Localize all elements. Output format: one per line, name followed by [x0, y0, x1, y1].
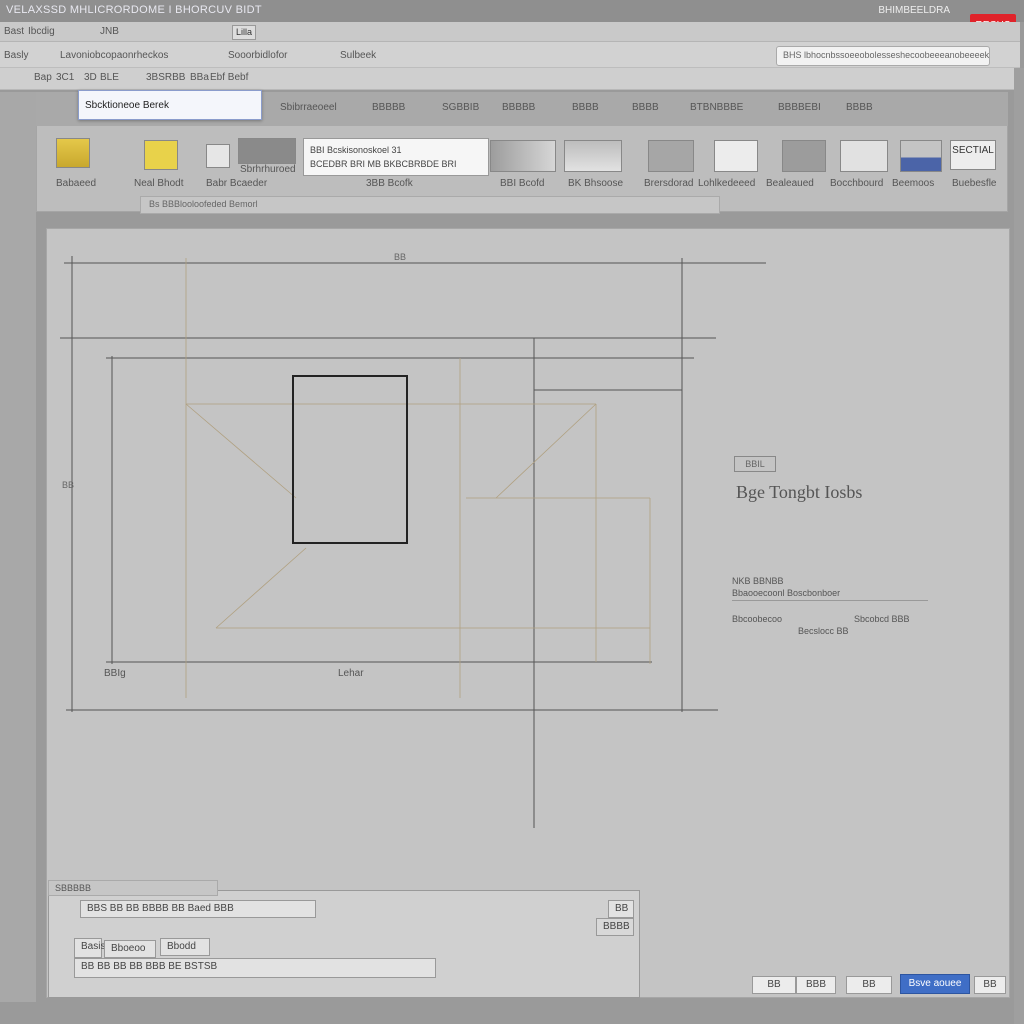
bottom-row-3[interactable]: BB BB BB BB BBB BE BSTSB — [74, 958, 436, 978]
menu-item-1[interactable]: Lavoniobcopaonrheckos — [60, 50, 168, 61]
ribbon-tab-8[interactable]: BBBB — [846, 102, 873, 113]
bottom-row-1[interactable]: BBS BB BB BBBB BB Baed BBB — [80, 900, 316, 918]
envelope-flap-right — [495, 403, 597, 499]
bottom-label: Lehar — [338, 668, 364, 679]
window-title: VELAXSSD MHLICRORDOME I BHORCUV BIDT — [6, 4, 262, 16]
ribbon-tab-5[interactable]: BBBB — [632, 102, 659, 113]
selected-rectangle — [292, 375, 408, 544]
top-dimension-label: BB — [394, 252, 407, 262]
ribbon-tab-0[interactable]: Sbibrraeoeel — [280, 102, 337, 113]
vertical-scrollbar[interactable] — [1014, 68, 1024, 1024]
toolbar1-button[interactable]: Lilla — [232, 25, 257, 40]
font-line-2: BCEDBR BRI MB BKBCBRBDE BRI — [310, 159, 457, 169]
toolbar1-item-2[interactable]: JNB — [100, 26, 119, 37]
ribbon-label-10: Bocchbourd — [830, 178, 884, 189]
side-row-2: Becslocc BB — [798, 626, 849, 636]
left-dimension-label: BB — [62, 480, 75, 490]
ruler-icon[interactable] — [238, 138, 296, 164]
side-tag[interactable]: BBIL — [734, 456, 776, 472]
window-title-right: BHIMBEELDRA — [878, 5, 950, 16]
ribbon-label-0: Babaeed — [56, 178, 97, 189]
style-gallery-6[interactable] — [840, 140, 888, 172]
new-sheet-icon[interactable] — [144, 140, 178, 170]
ribbon-tab-3[interactable]: BBBBB — [502, 102, 535, 113]
format-item-2[interactable]: 3D — [84, 72, 97, 83]
envelope-flap-left — [185, 403, 297, 499]
grid-icon[interactable] — [206, 144, 230, 168]
format-item-3[interactable]: BLE — [100, 72, 119, 83]
ribbon-tab-2[interactable]: SGBBIB — [442, 102, 479, 113]
ribbon-tab-1[interactable]: BBBBB — [372, 102, 405, 113]
style-gallery-1[interactable] — [490, 140, 556, 172]
ribbon-label-3: Sbrhrhuroed — [240, 164, 296, 175]
menu-item-3[interactable]: Sulbeek — [340, 50, 376, 61]
dialog-button-4[interactable]: BB — [974, 976, 1006, 994]
envelope-fold-left — [215, 547, 307, 629]
search-input[interactable]: BHS lbhocnbssoeeobolesseshecoobeeeanobee… — [776, 46, 990, 66]
menu-item-0[interactable]: Basly — [4, 50, 28, 61]
ribbon-label-5: BBI Bcofd — [500, 178, 545, 189]
ribbon-label-2: Babr Bcaeder — [206, 178, 268, 189]
ribbon-popup[interactable]: Sbcktioneoe Berek — [78, 90, 262, 120]
ribbon-tab-7[interactable]: BBBBEBI — [778, 102, 821, 113]
bottom-tab-2[interactable]: Bboeoo — [104, 940, 156, 958]
ribbon-label-12: Buebesfle — [952, 178, 997, 189]
bottom-left-label: BBIg — [104, 668, 126, 679]
ribbon-label-8: Lohlkedeeed — [698, 178, 756, 189]
side-subtitle: Bbaooecoonl Boscbonboer — [732, 588, 841, 598]
font-line-1: BBI Bcskisonoskoel 31 — [310, 145, 402, 155]
bottom-row-1-right[interactable]: BB — [608, 900, 634, 918]
ribbon-label-7: Brersdorad — [644, 178, 694, 189]
toolbar1-item-1[interactable]: Ibcdig — [28, 26, 55, 37]
ribbon-tab-4[interactable]: BBBB — [572, 102, 599, 113]
style-gallery-5[interactable] — [782, 140, 826, 172]
side-row-1: Bbcoobecoo — [732, 614, 783, 624]
style-gallery-4[interactable] — [714, 140, 758, 172]
primary-button[interactable]: Bsve aouee — [900, 974, 970, 994]
ribbon-label-1: Neal Bhodt — [134, 178, 184, 189]
left-scroll-area — [0, 92, 36, 1002]
dialog-button-2[interactable]: BBB — [796, 976, 836, 994]
ribbon-label-4: 3BB Bcofk — [366, 178, 413, 189]
style-gallery-7[interactable] — [900, 140, 942, 172]
format-item-6[interactable]: Ebf Bebf — [210, 72, 248, 83]
paste-icon[interactable] — [56, 138, 90, 168]
dialog-button-3[interactable]: BB — [846, 976, 892, 994]
section-gallery[interactable]: SECTIAL — [950, 140, 996, 170]
format-item-1[interactable]: 3C1 — [56, 72, 74, 83]
side-row-3: Sbcobcd BBB — [854, 614, 910, 624]
ribbon-label-6: BK Bhsoose — [568, 178, 624, 189]
menu-item-2[interactable]: Sooorbidlofor — [228, 50, 287, 61]
bottom-panel-header: SBBBBB — [48, 880, 218, 896]
side-divider — [732, 600, 928, 601]
side-subheading: NKB BBNBB — [732, 576, 784, 586]
ribbon-tab-6[interactable]: BTBNBBBE — [690, 102, 743, 113]
toolbar1-item-0[interactable]: Bast — [4, 26, 24, 37]
format-toolbar: Bap 3C1 3D BLE 3BSRBB BBa Ebf Bebf — [0, 68, 1016, 90]
bottom-tab-3[interactable]: Bbodd — [160, 938, 210, 956]
side-heading: Bge Tongbt Iosbs — [736, 482, 863, 502]
style-gallery-3[interactable] — [648, 140, 694, 172]
dialog-button-1[interactable]: BB — [752, 976, 796, 994]
format-item-4[interactable]: 3BSRBB — [146, 72, 185, 83]
quick-access-toolbar: Bast Ibcdig JNB Lilla — [0, 22, 1020, 42]
ribbon-label-9: Bealeaued — [766, 178, 814, 189]
format-item-0[interactable]: Bap — [34, 72, 52, 83]
style-gallery-2[interactable] — [564, 140, 622, 172]
font-selector[interactable]: BBI Bcskisonoskoel 31 BCEDBR BRI MB BKBC… — [303, 138, 489, 176]
ribbon-footer-bar[interactable]: Bs BBBlooloofeded Bemorl — [140, 196, 720, 214]
ribbon-label-11: Beemoos — [892, 178, 935, 189]
bottom-tab-1[interactable]: Basis — [74, 938, 105, 958]
bottom-row-2-right[interactable]: BBBB — [596, 918, 634, 936]
format-item-5[interactable]: BBa — [190, 72, 209, 83]
